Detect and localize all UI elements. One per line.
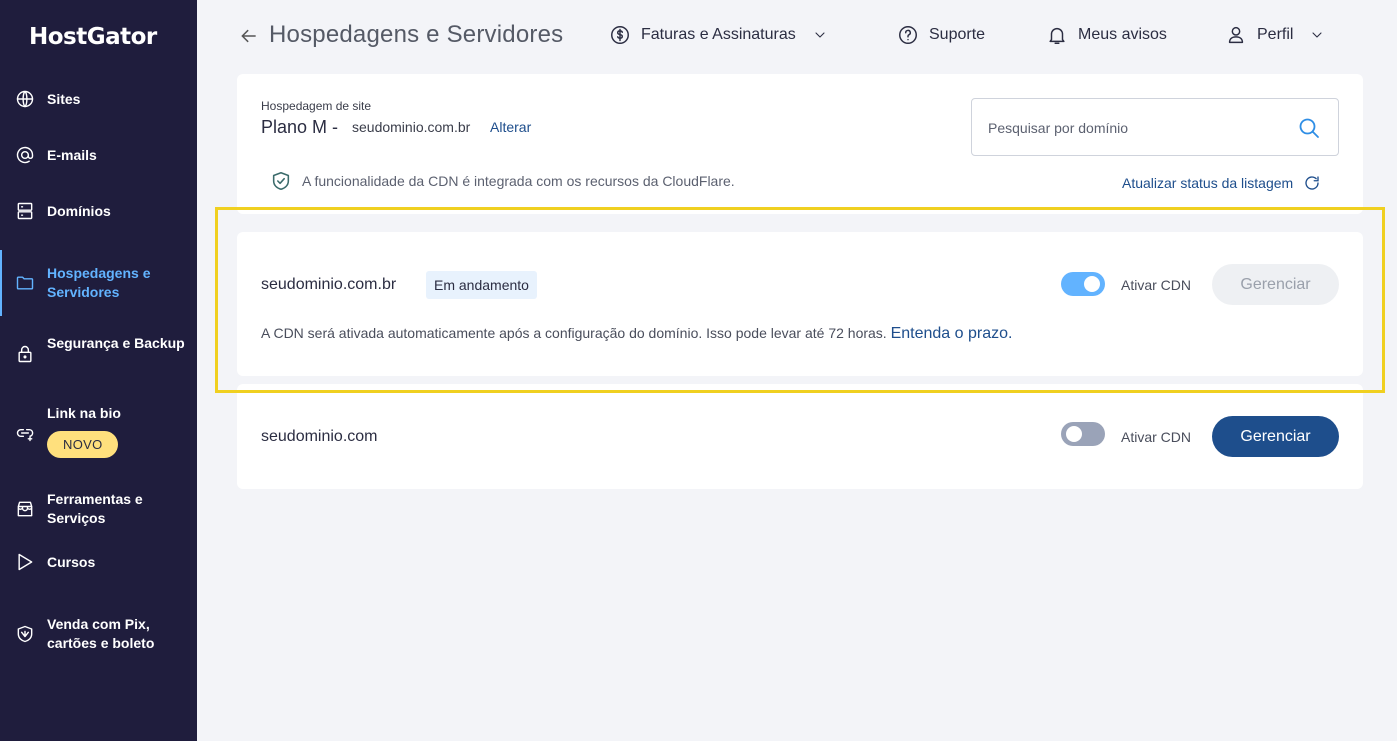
sidebar-item-hospedagens[interactable]: Hospedagens e Servidores <box>0 250 197 316</box>
billing-label: Faturas e Assinaturas <box>641 26 796 43</box>
sidebar-item-label: Link na bio <box>47 405 121 421</box>
profile-menu[interactable]: Perfil <box>1225 24 1325 46</box>
search-icon[interactable] <box>1297 116 1321 140</box>
cdn-toggle-label: Ativar CDN <box>1121 277 1192 293</box>
refresh-label: Atualizar status da listagem <box>1122 175 1294 191</box>
page-title: Hospedagens e Servidores <box>269 21 564 48</box>
at-icon <box>14 144 36 166</box>
sidebar-item-label: Hospedagens e Servidores <box>47 265 151 300</box>
sidebar: HostGator Sites E-mails Domínios Hospeda… <box>0 0 197 741</box>
profile-label: Perfil <box>1257 26 1294 43</box>
chevron-down-icon <box>1312 32 1322 38</box>
domain-row: seudominio.com Ativar CDN Gerenciar <box>237 384 1363 489</box>
refresh-list-link[interactable]: Atualizar status da listagem <box>1122 174 1321 192</box>
cdn-toggle[interactable] <box>1061 422 1105 446</box>
sidebar-item-link-na-bio[interactable]: Link na bio <box>0 404 197 442</box>
sidebar-item-venda-pix[interactable]: Venda com Pix, cartões e boleto <box>0 615 197 653</box>
status-badge: Em andamento <box>426 271 537 299</box>
store-icon <box>14 498 36 520</box>
hostgator-logo[interactable]: HostGator <box>29 24 157 50</box>
plan-domain: seudominio.com.br <box>352 119 471 135</box>
bell-icon <box>1049 27 1065 44</box>
search-field[interactable] <box>971 98 1339 156</box>
sidebar-item-label: Domínios <box>47 202 111 219</box>
user-icon <box>1228 26 1244 44</box>
server-icon <box>14 200 36 222</box>
sidebar-item-label: Venda com Pix, cartões e boleto <box>47 616 155 651</box>
sidebar-item-label: E-mails <box>47 146 97 163</box>
folder-icon <box>14 272 36 294</box>
billing-menu[interactable]: Faturas e Assinaturas <box>609 24 828 46</box>
domain-row: seudominio.com.br Em andamento Ativar CD… <box>237 232 1363 376</box>
new-badge: NOVO <box>47 431 119 458</box>
chevron-down-icon <box>815 32 825 38</box>
link-icon <box>14 422 36 444</box>
cdn-note-text: A CDN será ativada automaticamente após … <box>261 325 887 341</box>
sidebar-item-label: Ferramentas e Serviços <box>47 491 143 526</box>
back-arrow-icon[interactable] <box>238 25 260 47</box>
change-plan-link[interactable]: Alterar <box>490 119 531 135</box>
shield-bird-icon <box>14 623 36 645</box>
play-icon <box>14 551 36 573</box>
sidebar-item-label: Segurança e Backup <box>47 335 185 351</box>
cdn-note: A CDN será ativada automaticamente após … <box>261 325 1012 343</box>
manage-button[interactable]: Gerenciar <box>1212 264 1339 305</box>
domain-name: seudominio.com <box>261 428 378 445</box>
understand-deadline-link[interactable]: Entenda o prazo. <box>891 325 1013 342</box>
manage-button[interactable]: Gerenciar <box>1212 416 1339 457</box>
cdn-info: A funcionalidade da CDN é integrada com … <box>270 170 735 192</box>
cdn-toggle[interactable] <box>1061 272 1105 296</box>
sidebar-item-seguranca[interactable]: Segurança e Backup <box>0 334 197 372</box>
dollar-icon <box>611 26 629 44</box>
sidebar-item-label: Sites <box>47 90 81 107</box>
domain-name: seudominio.com.br <box>261 276 397 293</box>
cdn-toggle-label: Ativar CDN <box>1121 429 1192 445</box>
support-link[interactable]: Suporte <box>897 24 985 46</box>
notices-link[interactable]: Meus avisos <box>1046 24 1167 46</box>
sidebar-item-label: Cursos <box>47 553 96 570</box>
plan-name: Plano M - <box>261 117 339 137</box>
cdn-info-text: A funcionalidade da CDN é integrada com … <box>302 173 735 189</box>
lock-icon <box>14 343 36 365</box>
search-input[interactable] <box>988 117 1288 139</box>
plan-caption: Hospedagem de site <box>261 99 372 113</box>
support-label: Suporte <box>929 26 986 43</box>
notices-label: Meus avisos <box>1078 26 1167 43</box>
sidebar-item-ferramentas[interactable]: Ferramentas e Serviços <box>0 490 197 528</box>
shield-check-icon <box>272 171 290 191</box>
globe-icon <box>14 88 36 110</box>
refresh-icon <box>1305 176 1319 190</box>
help-icon <box>899 26 917 44</box>
